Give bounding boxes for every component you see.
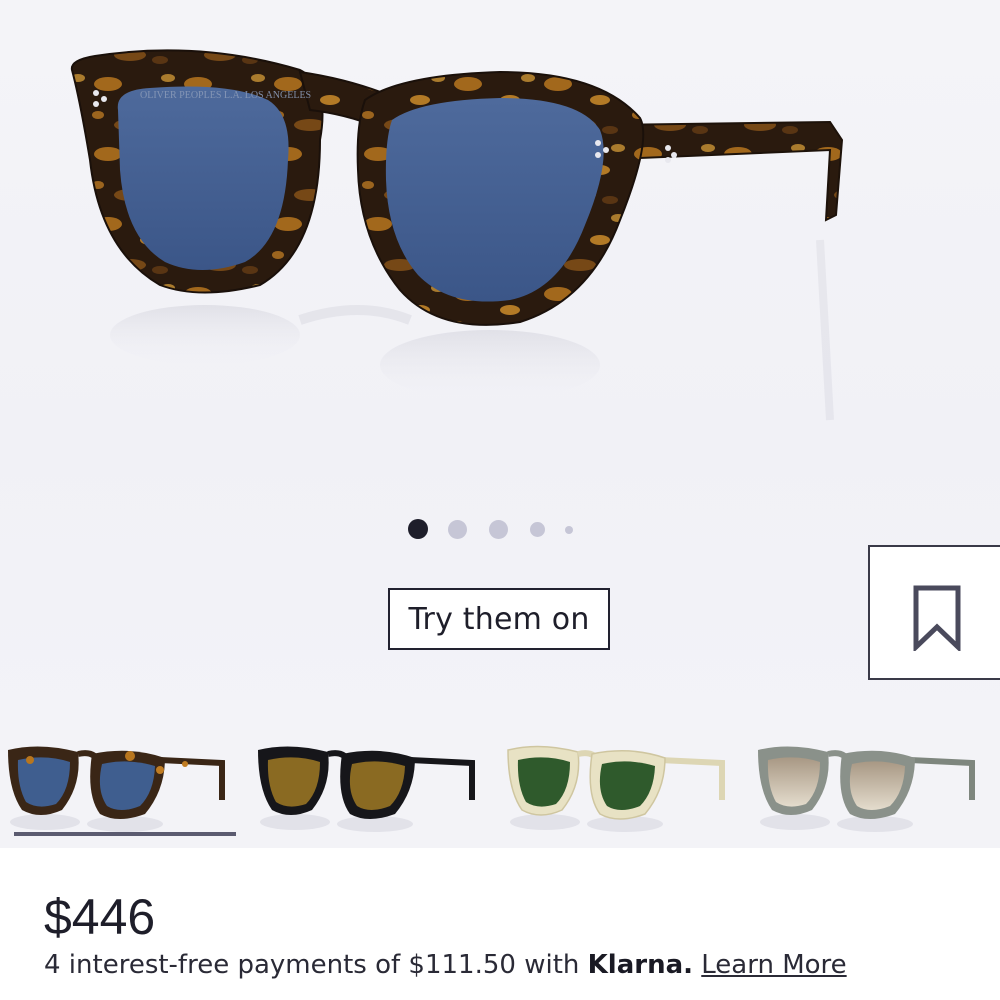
save-button[interactable] (868, 545, 1000, 680)
product-image[interactable]: OLIVER PEOPLES L.A. LOS ANGELES Try them… (0, 0, 1000, 730)
lens-engraving: OLIVER PEOPLES L.A. LOS ANGELES (140, 90, 311, 101)
selected-variant-indicator (14, 832, 236, 836)
try-on-button[interactable]: Try them on (388, 588, 610, 650)
carousel-indicator (0, 516, 1000, 544)
carousel-dot[interactable] (565, 526, 573, 534)
klarna-logo: Klarna. (587, 950, 693, 980)
price: $446 (44, 889, 156, 945)
product-page: OLIVER PEOPLES L.A. LOS ANGELES Try them… (0, 0, 1000, 1000)
variant-thumbnail (8, 746, 225, 832)
variant-thumbnail (258, 746, 475, 832)
variant-thumbnail (507, 745, 725, 832)
price-section: $446 4 interest-free payments of $111.50… (0, 848, 1000, 1000)
variant-black-brown[interactable] (250, 730, 490, 842)
color-variant-strip (0, 730, 1000, 848)
variant-thumbnail (758, 746, 975, 832)
variant-grey-horn-gradient[interactable] (750, 730, 990, 842)
sunglasses-illustration: OLIVER PEOPLES L.A. LOS ANGELES (70, 49, 844, 421)
variant-clear-green[interactable] (500, 730, 740, 842)
installment-text: 4 interest-free payments of $111.50 with… (44, 950, 847, 980)
carousel-dot[interactable] (489, 520, 508, 539)
carousel-dot[interactable] (530, 522, 545, 537)
learn-more-link[interactable]: Learn More (701, 950, 846, 980)
carousel-dot[interactable] (448, 520, 467, 539)
carousel-dot-active[interactable] (408, 519, 428, 539)
variant-tortoise-blue[interactable] (0, 730, 240, 842)
bookmark-icon (913, 585, 961, 651)
installment-prefix: 4 interest-free payments of $111.50 with (44, 950, 588, 980)
